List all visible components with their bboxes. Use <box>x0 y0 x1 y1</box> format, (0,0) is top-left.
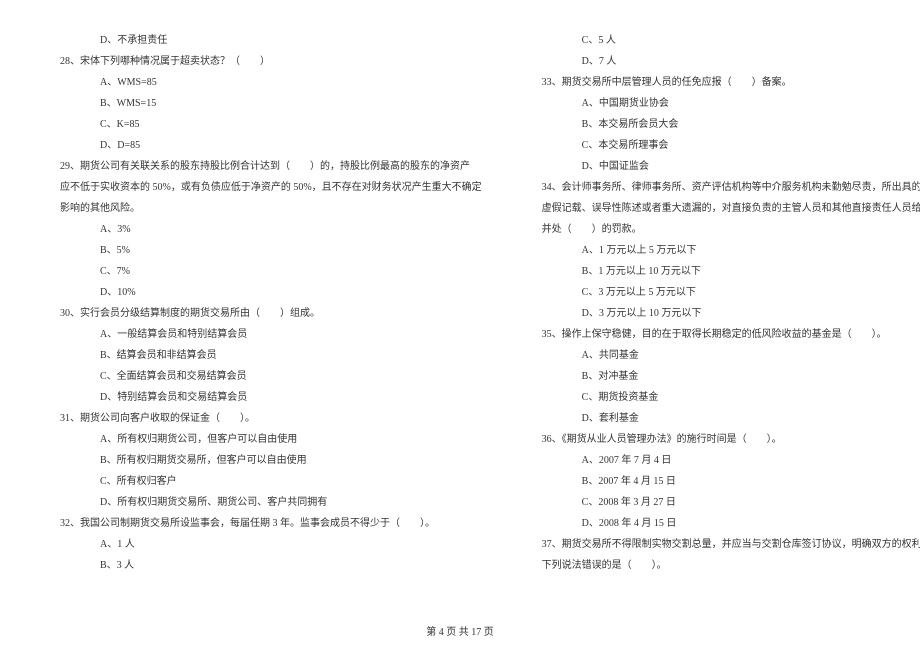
text-line: 31、期货公司向客户收取的保证金（ ）。 <box>40 408 482 429</box>
text-line: A、中国期货业协会 <box>522 93 920 114</box>
text-line: A、所有权归期货公司，但客户可以自由使用 <box>40 429 482 450</box>
text-line: 28、宋体下列哪种情况属于超卖状态？（ ） <box>40 51 482 72</box>
text-line: 34、会计师事务所、律师事务所、资产评估机构等中介服务机构未勤勉尽责，所出具的文… <box>522 177 920 198</box>
text-line: 并处（ ）的罚款。 <box>522 219 920 240</box>
text-line: 37、期货交易所不得限制实物交割总量，并应当与交割仓库签订协议，明确双方的权利和… <box>522 534 920 555</box>
text-line: C、K=85 <box>40 114 482 135</box>
text-line: 32、我国公司制期货交易所设监事会，每届任期 3 年。监事会成员不得少于（ ）。 <box>40 513 482 534</box>
text-line: D、套利基金 <box>522 408 920 429</box>
text-line: A、1 人 <box>40 534 482 555</box>
text-line: D、特别结算会员和交易结算会员 <box>40 387 482 408</box>
text-line: B、3 人 <box>40 555 482 576</box>
page-columns: D、不承担责任28、宋体下列哪种情况属于超卖状态？（ ）A、WMS=85B、WM… <box>40 30 880 600</box>
text-line: C、7% <box>40 261 482 282</box>
text-line: 影响的其他风险。 <box>40 198 482 219</box>
text-line: B、2007 年 4 月 15 日 <box>522 471 920 492</box>
text-line: 35、操作上保守稳健，目的在于取得长期稳定的低风险收益的基金是（ ）。 <box>522 324 920 345</box>
text-line: B、WMS=15 <box>40 93 482 114</box>
text-line: D、不承担责任 <box>40 30 482 51</box>
text-line: C、2008 年 3 月 27 日 <box>522 492 920 513</box>
text-line: A、3% <box>40 219 482 240</box>
text-line: A、共同基金 <box>522 345 920 366</box>
text-line: B、5% <box>40 240 482 261</box>
text-line: C、5 人 <box>522 30 920 51</box>
text-line: A、2007 年 7 月 4 日 <box>522 450 920 471</box>
text-line: A、WMS=85 <box>40 72 482 93</box>
text-line: D、3 万元以上 10 万元以下 <box>522 303 920 324</box>
text-line: 虚假记载、误导性陈述或者重大遗漏的，对直接负责的主管人员和其他直接责任人员给予警… <box>522 198 920 219</box>
text-line: A、一般结算会员和特别结算会员 <box>40 324 482 345</box>
text-line: C、全面结算会员和交易结算会员 <box>40 366 482 387</box>
right-column: C、5 人D、7 人33、期货交易所中层管理人员的任免应报（ ）备案。A、中国期… <box>522 30 920 600</box>
text-line: 下列说法错误的是（ ）。 <box>522 555 920 576</box>
text-line: 33、期货交易所中层管理人员的任免应报（ ）备案。 <box>522 72 920 93</box>
text-line: D、7 人 <box>522 51 920 72</box>
text-line: C、所有权归客户 <box>40 471 482 492</box>
text-line: D、中国证监会 <box>522 156 920 177</box>
text-line: 29、期货公司有关联关系的股东持股比例合计达到（ ）的，持股比例最高的股东的净资… <box>40 156 482 177</box>
text-line: D、D=85 <box>40 135 482 156</box>
text-line: B、所有权归期货交易所，但客户可以自由使用 <box>40 450 482 471</box>
left-column: D、不承担责任28、宋体下列哪种情况属于超卖状态？（ ）A、WMS=85B、WM… <box>40 30 482 600</box>
text-line: B、结算会员和非结算会员 <box>40 345 482 366</box>
text-line: D、2008 年 4 月 15 日 <box>522 513 920 534</box>
text-line: B、本交易所会员大会 <box>522 114 920 135</box>
text-line: A、1 万元以上 5 万元以下 <box>522 240 920 261</box>
text-line: B、对冲基金 <box>522 366 920 387</box>
text-line: D、所有权归期货交易所、期货公司、客户共同拥有 <box>40 492 482 513</box>
text-line: D、10% <box>40 282 482 303</box>
text-line: 30、实行会员分级结算制度的期货交易所由（ ）组成。 <box>40 303 482 324</box>
text-line: B、1 万元以上 10 万元以下 <box>522 261 920 282</box>
text-line: C、本交易所理事会 <box>522 135 920 156</box>
text-line: C、3 万元以上 5 万元以下 <box>522 282 920 303</box>
text-line: 36、《期货从业人员管理办法》的施行时间是（ ）。 <box>522 429 920 450</box>
text-line: 应不低于实收资本的 50%，或有负债应低于净资产的 50%，且不存在对财务状况产… <box>40 177 482 198</box>
page-footer: 第 4 页 共 17 页 <box>0 623 920 638</box>
text-line: C、期货投资基金 <box>522 387 920 408</box>
